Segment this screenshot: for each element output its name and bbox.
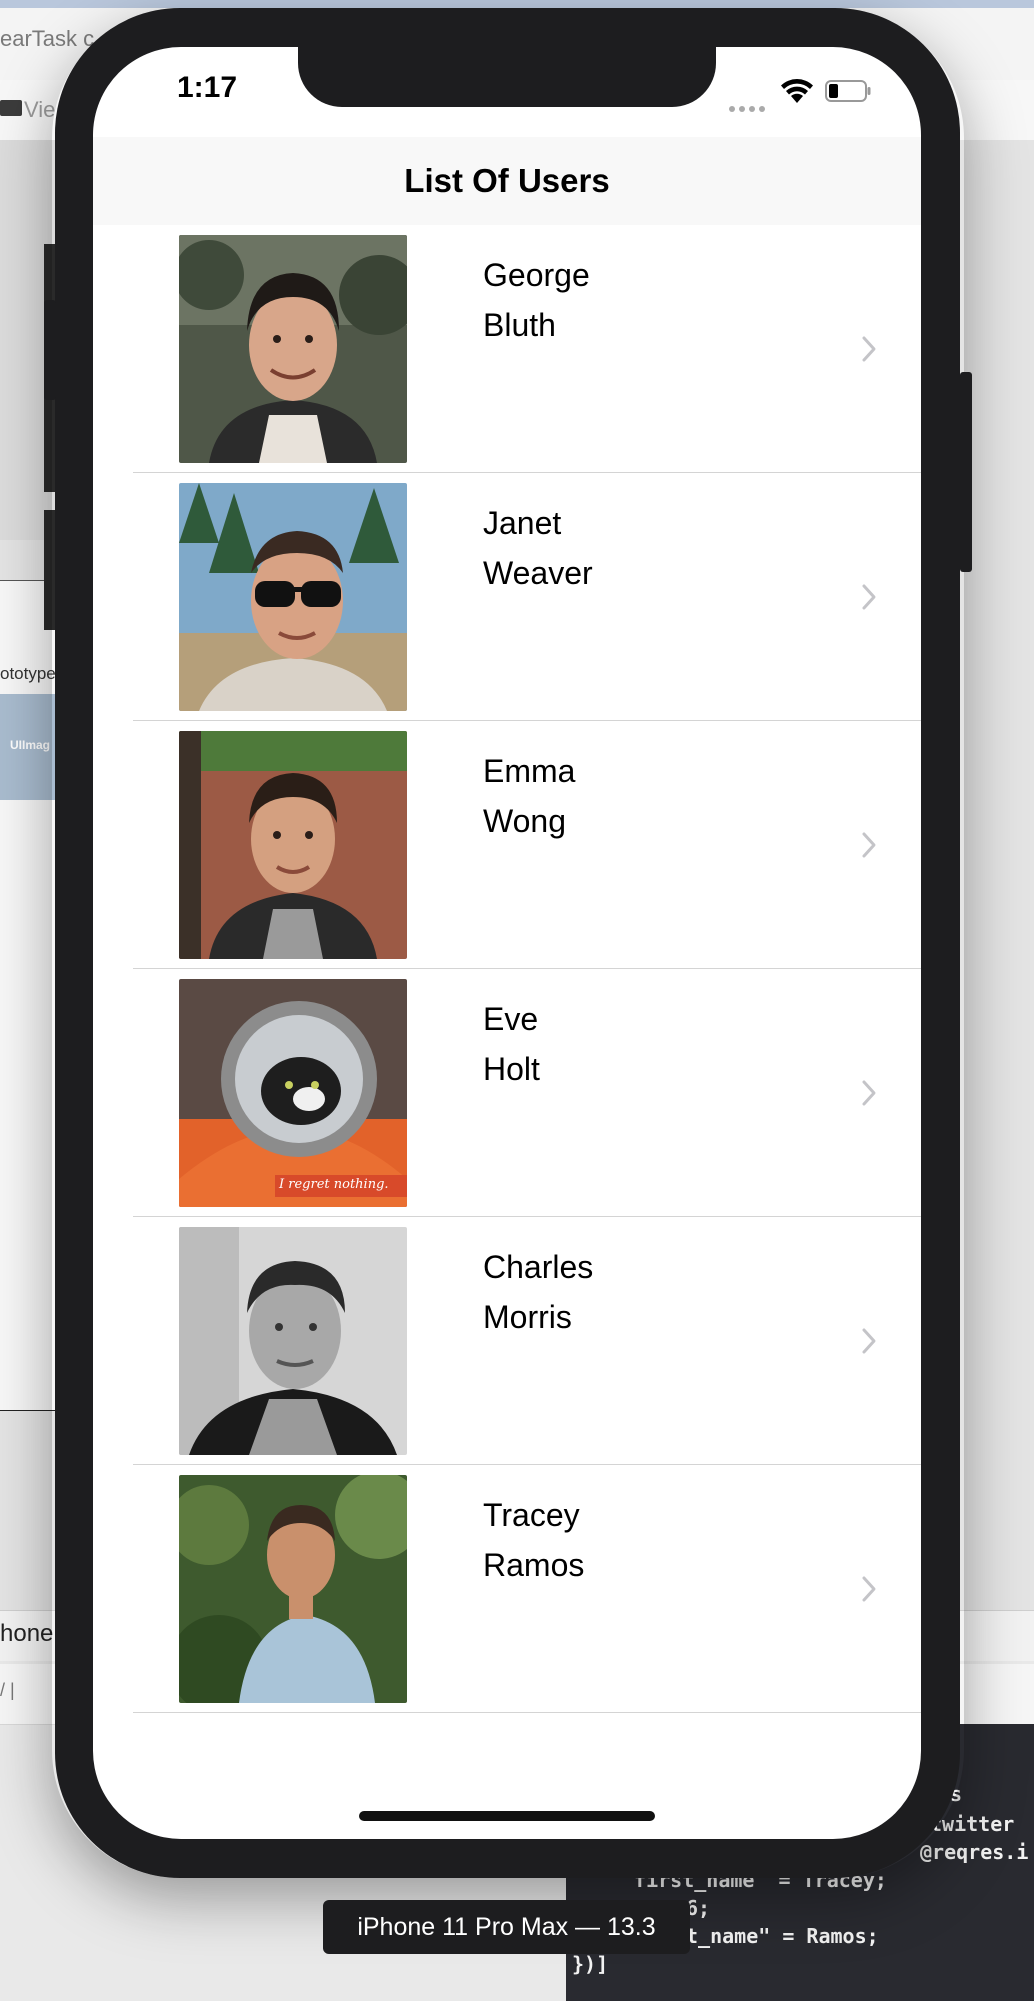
navigation-bar: List Of Users [93,137,921,226]
xcode-tab[interactable]: Vie [24,97,55,123]
console-line: @reqres.i [920,1840,1029,1864]
xcode-breadcrumb[interactable]: earTask c [0,26,94,52]
avatar [179,1227,407,1455]
wifi-icon [781,79,813,103]
avatar-photo-1 [179,235,407,463]
chevron-right-icon [862,584,876,610]
avatar [179,235,407,463]
simulator-device-label: iPhone 11 Pro Max — 13.3 [323,1900,690,1954]
power-button [960,372,972,572]
console-line: })] [572,1952,609,1976]
avatar [179,483,407,711]
avatar-photo-6 [179,1475,407,1703]
avatar: I regret nothing. [179,979,407,1207]
debug-controls[interactable]: / | [0,1680,15,1701]
battery-low-icon [825,80,871,102]
status-time: 1:17 [177,71,238,104]
chevron-right-icon [862,336,876,362]
avatar-photo-3 [179,731,407,959]
user-first-name: Janet [483,505,562,541]
user-last-name: Bluth [483,307,556,343]
user-first-name: Emma [483,753,576,789]
silent-switch [44,300,56,400]
notch [298,47,716,107]
console-line: t_name" = Ramos; [686,1924,879,1948]
user-last-name: Holt [483,1051,540,1087]
chevron-right-icon [862,832,876,858]
user-row[interactable]: George Bluth [93,225,921,473]
user-row[interactable]: Charles Morris [93,1217,921,1465]
user-row[interactable]: Janet Weaver [93,473,921,721]
page-title: List Of Users [404,162,610,199]
chevron-right-icon [862,1576,876,1602]
avatar [179,731,407,959]
user-first-name: Tracey [483,1497,580,1533]
user-row[interactable]: I regret nothing. Eve Holt [93,969,921,1217]
user-last-name: Ramos [483,1547,585,1583]
uiimageview-placeholder[interactable]: UIImag [0,694,56,800]
user-last-name: Weaver [483,555,593,591]
xcode-top-strip [0,0,1034,8]
avatar-caption: I regret nothing. [279,1177,389,1192]
chevron-right-icon [862,1328,876,1354]
user-last-name: Morris [483,1299,572,1335]
avatar-photo-4 [179,979,407,1207]
user-last-name: Wong [483,803,567,839]
signal-dots-icon [729,99,769,112]
prototype-cells-label: ototype [0,664,56,683]
home-indicator[interactable] [359,1811,655,1821]
avatar-photo-5 [179,1227,407,1455]
user-first-name: George [483,257,590,293]
avatar-photo-2 [179,483,407,711]
user-row[interactable]: Emma Wong [93,721,921,969]
user-row[interactable]: Tracey Ramos [93,1465,921,1713]
user-first-name: Charles [483,1249,594,1285]
user-first-name: Eve [483,1001,539,1037]
uiimageview-label: UIImag [10,738,51,752]
device-bar-label[interactable]: hone [0,1620,53,1648]
divider [0,1410,56,1411]
chevron-right-icon [862,1080,876,1106]
avatar [179,1475,407,1703]
storyboard-icon [0,100,22,116]
device-screen: 1:17 List Of Users George Bluth Janet We… [93,47,921,1839]
